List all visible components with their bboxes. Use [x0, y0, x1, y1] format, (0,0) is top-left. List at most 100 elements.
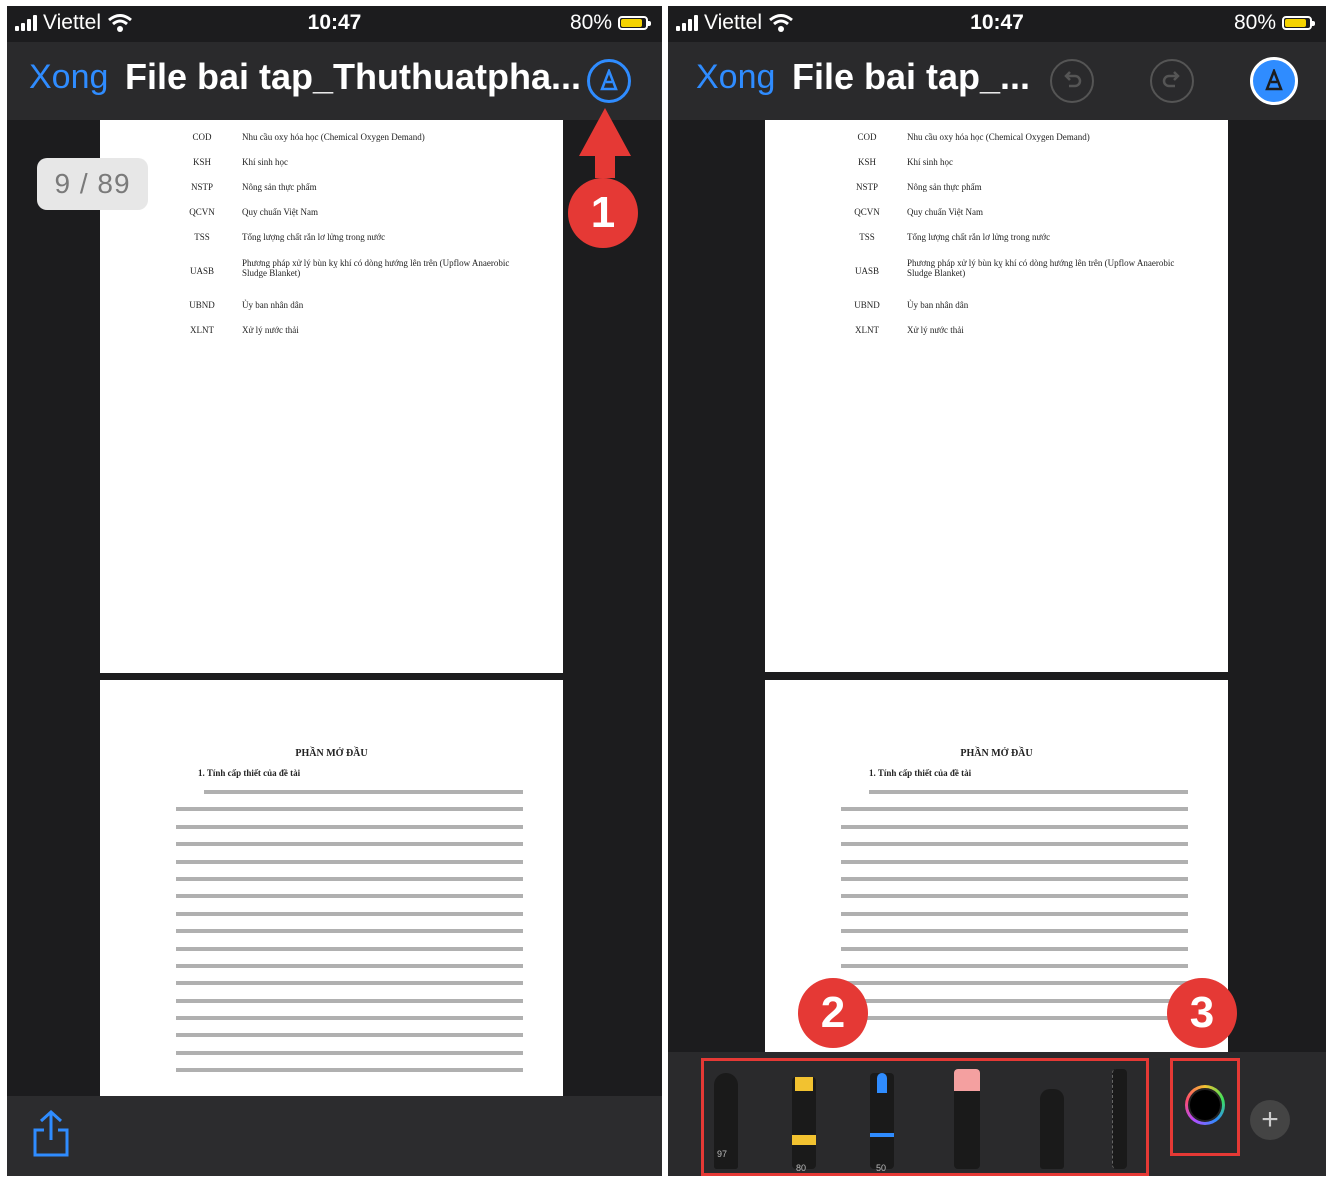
- abbreviation-row: XLNT Xử lý nước thải: [765, 325, 1228, 345]
- pencil-size-label: 50: [876, 1163, 887, 1173]
- abbreviation-definition: Nông sản thực phẩm: [907, 182, 982, 192]
- eraser-tool[interactable]: [954, 1069, 980, 1169]
- color-picker-box: [1170, 1058, 1240, 1156]
- abbreviation-row: TSS Tổng lượng chất rắn lơ lửng trong nướ…: [765, 232, 1228, 252]
- bottom-toolbar: [7, 1096, 662, 1176]
- marker-size-label: 80: [796, 1163, 807, 1173]
- color-picker-button[interactable]: [1185, 1085, 1225, 1125]
- battery-icon: [1282, 16, 1315, 30]
- page-counter: 9 / 89: [37, 158, 148, 210]
- clock: 10:47: [970, 11, 1024, 34]
- abbreviation-term: UBND: [189, 300, 215, 310]
- undo-icon: [1064, 71, 1082, 88]
- abbreviation-definition: Ủy ban nhân dân: [907, 300, 969, 310]
- nav-bar: Xong File bai tap_...: [668, 42, 1326, 120]
- abbreviation-term: TSS: [859, 232, 875, 242]
- abbreviation-row: UASB Phương pháp xử lý bùn kỵ khí có dòng…: [100, 258, 563, 278]
- abbreviation-term: UASB: [189, 266, 214, 276]
- abbreviation-term: XLNT: [190, 325, 214, 335]
- abbreviation-row: XLNT Xử lý nước thải: [100, 325, 563, 345]
- abbreviation-definition: Khí sinh học: [907, 157, 953, 167]
- undo-button[interactable]: [1050, 59, 1094, 103]
- abbreviation-definition: Xử lý nước thải: [242, 325, 299, 335]
- add-button[interactable]: +: [1250, 1100, 1290, 1140]
- section-subheading: 1. Tính cấp thiết của đề tài: [198, 768, 301, 778]
- abbreviation-term: UASB: [854, 266, 879, 276]
- abbreviation-definition: Nông sản thực phẩm: [242, 182, 317, 192]
- done-button[interactable]: Xong: [29, 58, 108, 97]
- markup-toolbar: 97 80 50 +: [668, 1052, 1326, 1176]
- paragraph-text: [176, 790, 523, 1086]
- abbreviation-row: NSTP Nông sản thực phẩm: [765, 182, 1228, 202]
- step-callout-1: 1: [568, 178, 638, 248]
- step-callout-3: 3: [1167, 978, 1237, 1048]
- clock: 10:47: [307, 11, 362, 34]
- abbreviation-term: KSH: [192, 157, 211, 167]
- abbreviation-row: KSH Khí sinh học: [765, 157, 1228, 177]
- battery-icon: [618, 16, 651, 30]
- battery-percent: 80%: [1233, 11, 1276, 34]
- abbreviation-row: QCVN Quy chuẩn Việt Nam: [765, 207, 1228, 227]
- abbreviation-row: TSS Tổng lượng chất rắn lơ lửng trong nướ…: [100, 232, 563, 252]
- abbreviation-definition: Tổng lượng chất rắn lơ lửng trong nước: [242, 232, 386, 242]
- abbreviation-term: QCVN: [189, 207, 215, 217]
- abbreviation-row: UBND Ủy ban nhân dân: [100, 300, 563, 320]
- abbreviation-row: COD Nhu cầu oxy hóa học (Chemical Oxygen …: [100, 132, 563, 152]
- lasso-tool[interactable]: [1040, 1089, 1064, 1169]
- phone-screen-left: Viettel 10:47 80% Xong File bai tap_Thut…: [7, 6, 662, 1176]
- abbreviation-definition: Khí sinh học: [242, 157, 288, 167]
- abbreviation-definition: Xử lý nước thải: [907, 325, 964, 335]
- abbreviation-term: KSH: [857, 157, 876, 167]
- abbreviation-row: NSTP Nông sản thực phẩm: [100, 182, 563, 202]
- abbreviation-definition: Phương pháp xử lý bùn kỵ khí có dòng hướ…: [907, 258, 1175, 278]
- markup-button[interactable]: [587, 59, 631, 103]
- document-title: File bai tap_...: [792, 56, 1031, 97]
- redo-icon: [1162, 71, 1180, 88]
- abbreviation-term: QCVN: [854, 207, 880, 217]
- document-page-abbreviations: COD Nhu cầu oxy hóa học (Chemical Oxygen …: [765, 120, 1228, 672]
- abbreviation-term: TSS: [194, 232, 210, 242]
- pen-tip-icon: [1265, 69, 1283, 91]
- abbreviation-definition: Tổng lượng chất rắn lơ lửng trong nước: [907, 232, 1051, 242]
- share-icon[interactable]: [31, 1110, 71, 1158]
- battery-percent: 80%: [569, 11, 612, 34]
- abbreviation-term: NSTP: [190, 182, 213, 192]
- markup-button-active[interactable]: [1250, 57, 1298, 105]
- document-title: File bai tap_Thuthuatpha...: [125, 56, 582, 97]
- phone-screen-right: Viettel 10:47 80% Xong File bai tap_... …: [668, 6, 1326, 1176]
- plus-icon: +: [1261, 1103, 1279, 1136]
- done-button[interactable]: Xong: [696, 58, 775, 97]
- abbreviation-term: UBND: [854, 300, 880, 310]
- section-heading: PHẦN MỞ ĐẦU: [295, 748, 368, 759]
- document-page-intro: PHẦN MỞ ĐẦU 1. Tính cấp thiết của đề tài: [100, 680, 563, 1100]
- step-callout-2: 2: [798, 978, 868, 1048]
- abbreviation-definition: Quy chuẩn Việt Nam: [907, 207, 984, 217]
- abbreviation-row: QCVN Quy chuẩn Việt Nam: [100, 207, 563, 227]
- abbreviation-term: XLNT: [855, 325, 879, 335]
- abbreviation-definition: Ủy ban nhân dân: [242, 300, 304, 310]
- abbreviation-definition: Nhu cầu oxy hóa học (Chemical Oxygen Dem…: [907, 132, 1090, 142]
- status-bar: Viettel 10:47 80%: [7, 6, 662, 42]
- abbreviation-term: NSTP: [855, 182, 878, 192]
- document-page-abbreviations: COD Nhu cầu oxy hóa học (Chemical Oxygen …: [100, 120, 563, 673]
- abbreviation-row: COD Nhu cầu oxy hóa học (Chemical Oxygen …: [765, 132, 1228, 152]
- abbreviation-term: COD: [192, 132, 212, 142]
- pencil-tool[interactable]: [870, 1073, 894, 1169]
- ruler-tool[interactable]: [1112, 1069, 1127, 1169]
- pen-tip-icon: [600, 69, 618, 91]
- pen-size-label: 97: [717, 1149, 728, 1159]
- abbreviation-definition: Phương pháp xử lý bùn kỵ khí có dòng hướ…: [242, 258, 510, 278]
- paragraph-text: [841, 790, 1188, 1033]
- nav-bar: Xong File bai tap_Thuthuatpha...: [7, 42, 662, 120]
- abbreviation-row: UBND Ủy ban nhân dân: [765, 300, 1228, 320]
- redo-button[interactable]: [1150, 59, 1194, 103]
- tool-palette: 97 80 50: [701, 1058, 1149, 1176]
- marker-tool[interactable]: [792, 1077, 816, 1169]
- abbreviation-row: KSH Khí sinh học: [100, 157, 563, 177]
- section-heading: PHẦN MỞ ĐẦU: [960, 748, 1033, 759]
- abbreviation-definition: Nhu cầu oxy hóa học (Chemical Oxygen Dem…: [242, 132, 425, 142]
- abbreviation-term: COD: [857, 132, 877, 142]
- section-subheading: 1. Tính cấp thiết của đề tài: [869, 768, 972, 778]
- arrow-up-icon: [579, 108, 631, 178]
- abbreviation-row: UASB Phương pháp xử lý bùn kỵ khí có dòng…: [765, 258, 1228, 278]
